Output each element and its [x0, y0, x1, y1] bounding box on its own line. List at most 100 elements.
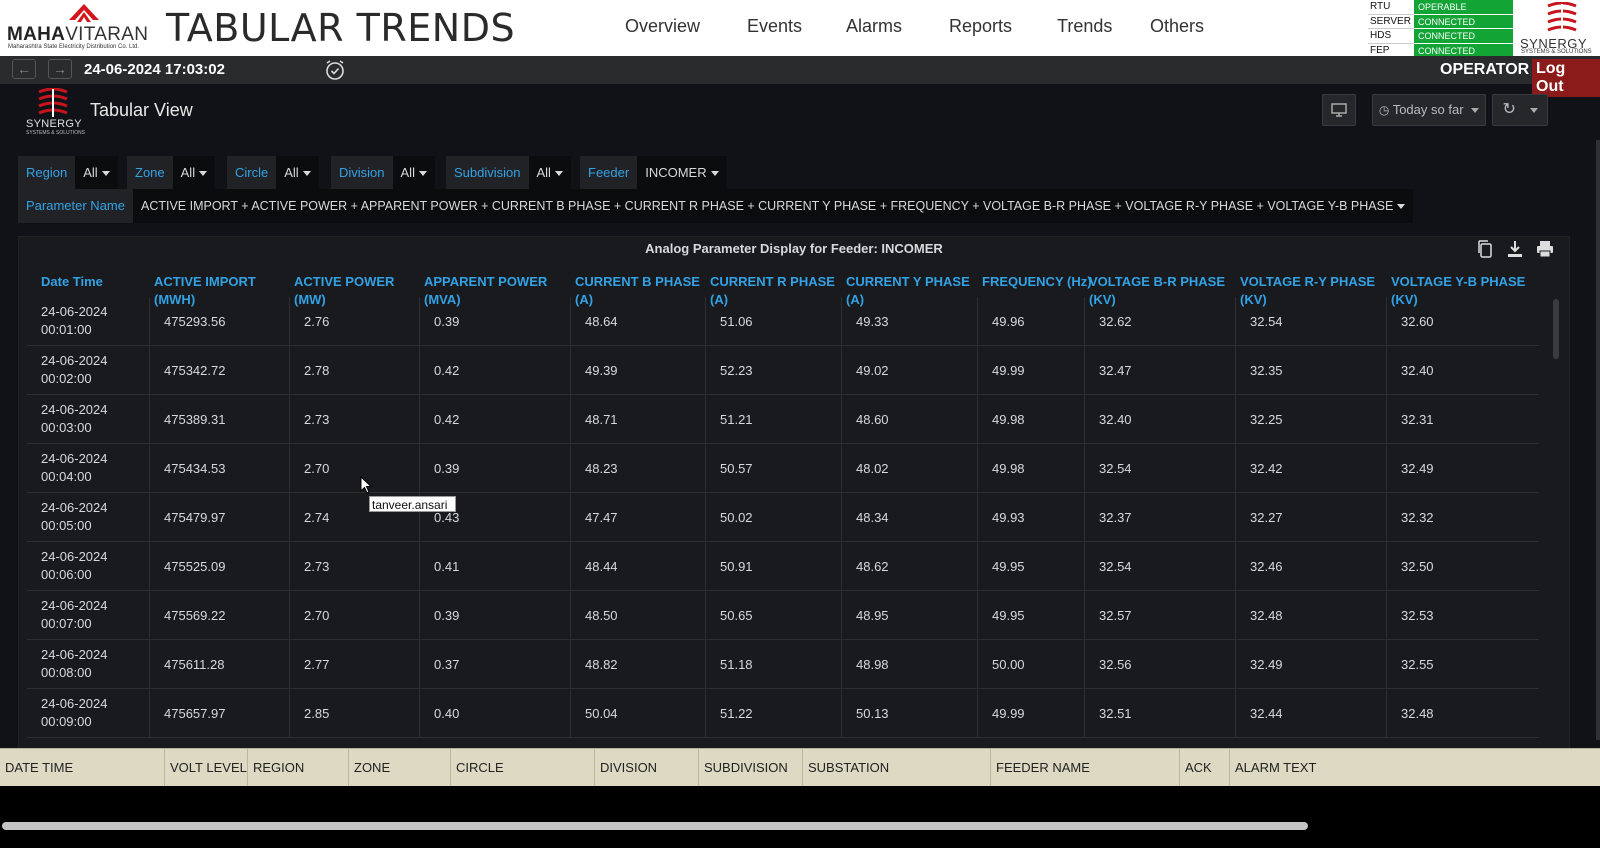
cell-voltage-yb: 32.55	[1386, 640, 1539, 688]
nav-events[interactable]: Events	[747, 16, 846, 37]
mouse-cursor-icon	[360, 476, 373, 494]
print-icon[interactable]	[1535, 239, 1555, 259]
dashboard-logo: SYNERGY SYSTEMS & SOLUTIONS	[24, 88, 85, 138]
alarm-col-substation[interactable]: SUBSTATION	[802, 749, 990, 787]
nav-trends[interactable]: Trends	[1057, 16, 1150, 37]
cell-current-y: 48.02	[841, 444, 977, 492]
chevron-down-icon	[1397, 204, 1406, 210]
cell-current-b: 47.47	[570, 493, 705, 541]
user-role: OPERATOR	[1440, 61, 1530, 78]
var-region-select[interactable]: All	[75, 156, 118, 190]
alarm-col-subdivision[interactable]: SUBDIVISION	[698, 749, 802, 787]
cell-apparent-power: 0.41	[419, 542, 570, 590]
cell-voltage-br: 32.54	[1084, 444, 1235, 492]
cell-voltage-br: 32.37	[1084, 493, 1235, 541]
cell-active-power: 2.76	[289, 297, 419, 345]
status-server: SERVER CONNECTED	[1368, 14, 1516, 29]
cell-current-b: 48.82	[570, 640, 705, 688]
mahavitaran-logo[interactable]: MAHAVITARAN Maharashtra State Electricit…	[4, 0, 158, 54]
cell-apparent-power: 0.40	[419, 689, 570, 737]
nav-alarms[interactable]: Alarms	[846, 16, 949, 37]
cell-voltage-yb: 32.60	[1386, 297, 1539, 345]
back-button[interactable]: ←	[12, 59, 36, 79]
alarm-col-alarm-text[interactable]: ALARM TEXT	[1229, 749, 1600, 787]
alarm-col-zone[interactable]: ZONE	[348, 749, 450, 787]
table-row: 24-06-2024 00:07:00 475569.22 2.70 0.39 48.50…	[27, 591, 1539, 640]
var-circle: Circle All	[227, 156, 319, 190]
cell-date: 24-06-2024	[41, 549, 108, 564]
cell-voltage-yb: 32.48	[1386, 689, 1539, 737]
table-scrollbar[interactable]	[1553, 299, 1559, 359]
chevron-down-icon	[199, 171, 208, 177]
chevron-down-icon	[302, 171, 311, 177]
var-feeder-select[interactable]: INCOMER	[637, 156, 727, 190]
var-division-select[interactable]: All	[392, 156, 435, 190]
table-panel: Analog Parameter Display for Feeder: INC…	[18, 236, 1570, 752]
alarm-col-ack[interactable]: ACK	[1179, 749, 1229, 787]
refresh-button[interactable]: ↻	[1492, 94, 1548, 126]
var-zone-select[interactable]: All	[172, 156, 216, 190]
var-zone-label: Zone	[127, 156, 173, 190]
cell-date-time: 24-06-2024 00:01:00	[27, 297, 149, 345]
alarm-col-feeder-name[interactable]: FEEDER NAME	[990, 749, 1179, 787]
cell-date-time: 24-06-2024 00:05:00	[27, 493, 149, 541]
var-circle-select[interactable]: All	[276, 156, 319, 190]
cell-active-import: 475434.53	[149, 444, 289, 492]
forward-button[interactable]: →	[48, 59, 72, 79]
chevron-down-icon[interactable]	[1529, 108, 1538, 114]
panel-actions	[1475, 239, 1555, 259]
cell-time: 00:02:00	[41, 371, 92, 386]
cell-current-y: 48.95	[841, 591, 977, 639]
alarm-clock-icon[interactable]	[323, 58, 347, 82]
var-subdivision-select[interactable]: All	[528, 156, 571, 190]
page-scrollbar[interactable]	[1596, 140, 1600, 740]
cell-frequency: 49.98	[977, 395, 1084, 443]
chevron-down-icon	[710, 171, 719, 177]
cell-apparent-power: 0.42	[419, 395, 570, 443]
cell-frequency: 49.95	[977, 591, 1084, 639]
cell-active-import: 475611.28	[149, 640, 289, 688]
var-subdivision: Subdivision All	[446, 156, 571, 190]
cell-current-r: 50.57	[705, 444, 841, 492]
cell-voltage-ry: 32.44	[1235, 689, 1386, 737]
logout-button[interactable]: Log Out	[1532, 59, 1600, 97]
cell-voltage-yb: 32.32	[1386, 493, 1539, 541]
cell-frequency: 49.95	[977, 542, 1084, 590]
cell-active-power: 2.73	[289, 542, 419, 590]
cell-time: 00:04:00	[41, 469, 92, 484]
cell-apparent-power: 0.37	[419, 640, 570, 688]
horizontal-scrollbar[interactable]	[2, 822, 1308, 830]
alarm-col-volt-level[interactable]: VOLT LEVEL	[164, 749, 247, 787]
cell-voltage-ry: 32.48	[1235, 591, 1386, 639]
nav-reports[interactable]: Reports	[949, 16, 1057, 37]
tv-mode-button[interactable]	[1322, 94, 1356, 126]
cell-frequency: 49.99	[977, 689, 1084, 737]
col-frequency-header[interactable]: FREQUENCY (Hz)	[982, 273, 1093, 291]
alarm-col-date-time[interactable]: DATE TIME	[0, 749, 164, 787]
cell-date: 24-06-2024	[41, 304, 108, 319]
alarm-col-circle[interactable]: CIRCLE	[450, 749, 594, 787]
table-row: 24-06-2024 00:01:00 475293.56 2.76 0.39 48.64…	[27, 297, 1539, 346]
var-region-label: Region	[18, 156, 76, 190]
cell-current-r: 51.18	[705, 640, 841, 688]
cell-time: 00:08:00	[41, 665, 92, 680]
cell-current-b: 49.39	[570, 346, 705, 394]
synergy-mark-icon	[38, 88, 68, 117]
var-parameter-select[interactable]: ACTIVE IMPORT + ACTIVE POWER + APPARENT …	[132, 189, 1414, 223]
alarm-col-division[interactable]: DIVISION	[594, 749, 698, 787]
cell-active-import: 475657.97	[149, 689, 289, 737]
alarm-col-region[interactable]: REGION	[247, 749, 348, 787]
nav-others[interactable]: Others	[1150, 16, 1220, 37]
cell-apparent-power: 0.39	[419, 297, 570, 345]
download-icon[interactable]	[1505, 239, 1525, 259]
cell-active-import: 475342.72	[149, 346, 289, 394]
time-range-picker[interactable]: ◷ Today so far	[1372, 94, 1486, 126]
cell-apparent-power: 0.39	[419, 444, 570, 492]
cell-date: 24-06-2024	[41, 500, 108, 515]
copy-icon[interactable]	[1475, 239, 1495, 259]
cell-date: 24-06-2024	[41, 353, 108, 368]
col-date-time-header[interactable]: Date Time	[41, 273, 167, 291]
cell-time: 00:09:00	[41, 714, 92, 729]
nav-overview[interactable]: Overview	[625, 16, 747, 37]
panel-title: Analog Parameter Display for Feeder: INC…	[645, 241, 943, 256]
